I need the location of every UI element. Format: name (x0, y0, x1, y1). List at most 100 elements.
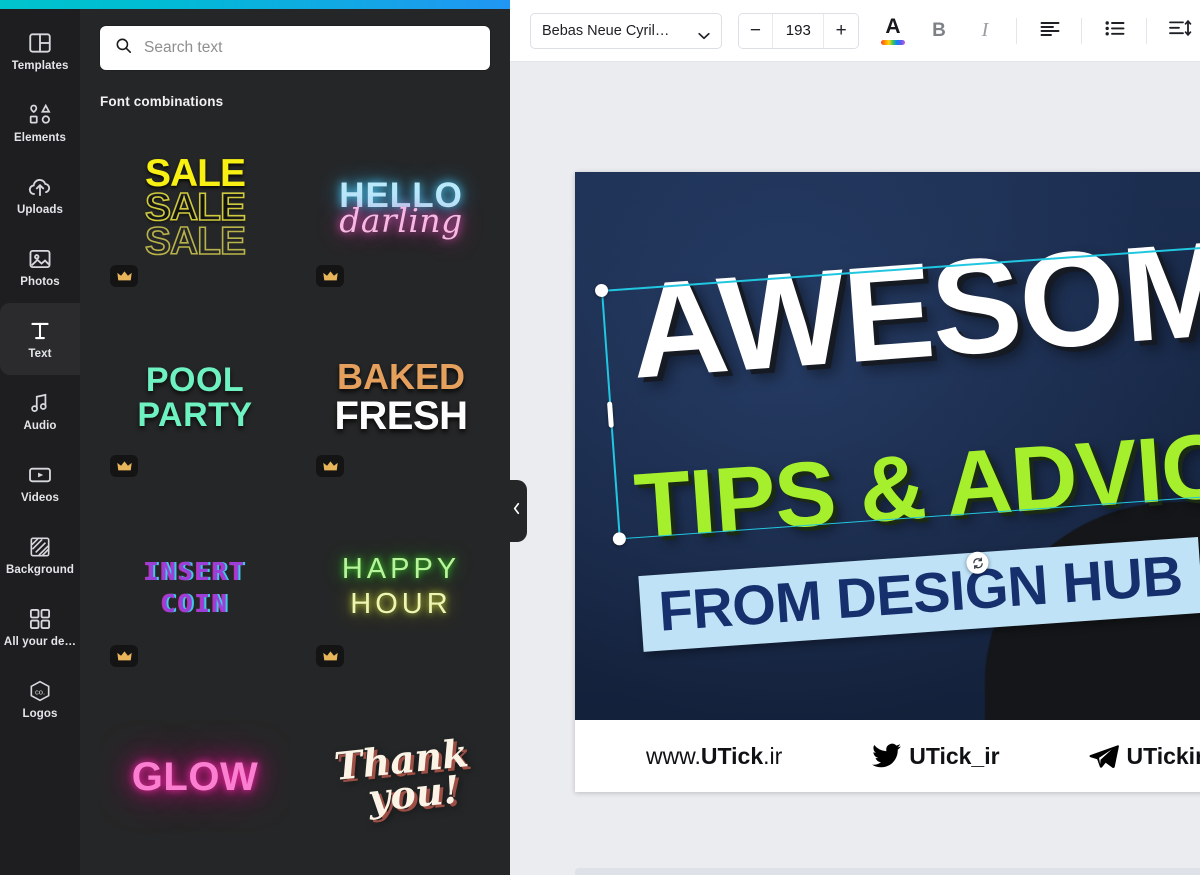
font-combinations-grid: SALE SALE SALE HELLO darling POOL PARTY (100, 117, 510, 867)
line-spacing-button[interactable] (1160, 11, 1200, 51)
bold-button[interactable]: B (919, 11, 959, 51)
canvas-area[interactable]: AWESOME TIPS & ADVICE FROM DESIGN HUB ww… (510, 62, 1200, 875)
font-size-decrease-button[interactable]: − (738, 13, 773, 48)
font-family-value: Bebas Neue Cyril… (542, 22, 670, 39)
text-color-button[interactable]: A (873, 11, 913, 51)
thumb-art: POOL PARTY (100, 326, 290, 468)
thumb-art: GLOW (100, 706, 290, 848)
bullet-list-button[interactable] (1095, 11, 1135, 51)
thumb-line: POOL (145, 360, 245, 399)
font-combination-thank-you[interactable]: Thank you! (306, 687, 496, 867)
sidebar-item-audio[interactable]: Audio (0, 375, 80, 447)
photos-icon (27, 246, 53, 272)
thumb-art: Thank you! (306, 706, 496, 848)
thumb-line: PARTY (137, 395, 253, 434)
text-panel: Font combinations SALE SALE SALE HELLO d… (80, 9, 510, 875)
design-footer: www.UTick.ir UTick_ir UTickir (575, 720, 1200, 792)
svg-text:co.: co. (35, 687, 45, 696)
sidebar-item-logos[interactable]: co. Logos (0, 663, 80, 735)
font-combination-insert-coin[interactable]: INSERT COIN (100, 497, 290, 677)
thumb-art: INSERT COIN (100, 516, 290, 658)
footer-suffix: .ir (763, 742, 783, 769)
thumb-line: you! (365, 766, 462, 821)
thumb-art: HELLO darling (306, 136, 496, 278)
font-combination-hello-darling[interactable]: HELLO darling (306, 117, 496, 297)
sidebar-item-text[interactable]: Text (0, 303, 80, 375)
templates-icon (27, 30, 53, 56)
background-icon (27, 534, 53, 560)
sidebar-item-all-your-designs[interactable]: All your de… (0, 591, 80, 663)
thumb-line: HOUR (350, 588, 452, 620)
telegram-icon (1089, 743, 1120, 769)
panel-heading: Font combinations (100, 94, 224, 109)
thumb-line: HAPPY (341, 553, 461, 585)
chevron-left-icon (512, 502, 521, 520)
sidebar-label: Text (28, 348, 52, 360)
pro-crown-badge (110, 265, 138, 287)
pro-crown-badge (110, 455, 138, 477)
thumb-line: BAKED (336, 355, 465, 397)
footer-strong: UTick (700, 742, 764, 769)
sidebar-label: Logos (22, 708, 58, 720)
sidebar-label: Audio (23, 420, 57, 432)
twitter-icon (872, 743, 902, 769)
sidebar-label: Background (5, 564, 75, 576)
font-combination-happy-hour[interactable]: HAPPY HOUR (306, 497, 496, 677)
thumb-art: SALE SALE SALE (100, 136, 290, 278)
videos-icon (27, 462, 53, 488)
thumb-line: SALE (144, 219, 247, 263)
sidebar-label: Templates (11, 60, 69, 72)
sidebar-item-videos[interactable]: Videos (0, 447, 80, 519)
sidebar-label: Videos (20, 492, 60, 504)
add-page-bar[interactable]: + Add page (575, 868, 1200, 875)
brand-gradient-bar (0, 0, 510, 9)
toolbar-divider (1081, 17, 1082, 44)
footer-twitter: UTick_ir (872, 743, 1000, 770)
font-size-increase-button[interactable]: + (824, 13, 858, 48)
all-designs-icon (27, 606, 53, 632)
search-input[interactable] (144, 39, 476, 57)
font-combination-sale[interactable]: SALE SALE SALE (100, 117, 290, 297)
left-rail: Templates Elements Uploads Photos Text A… (0, 9, 80, 875)
italic-button[interactable]: I (965, 11, 1005, 51)
font-combination-pool-party[interactable]: POOL PARTY (100, 307, 290, 487)
search-box[interactable] (100, 26, 490, 70)
sidebar-label: All your de… (3, 636, 77, 648)
footer-strong: UTick_ir (909, 742, 1000, 769)
pro-crown-badge (110, 645, 138, 667)
font-family-dropdown[interactable]: Bebas Neue Cyril… (530, 12, 722, 49)
collapse-panel-button[interactable] (505, 480, 527, 542)
chevron-down-icon (697, 27, 710, 39)
font-size-input[interactable] (772, 13, 825, 48)
font-size-stepper: − + (737, 12, 859, 49)
sidebar-item-photos[interactable]: Photos (0, 231, 80, 303)
text-icon (27, 318, 53, 344)
color-spectrum-bar (881, 39, 905, 45)
sidebar-item-templates[interactable]: Templates (0, 15, 80, 87)
footer-prefix: www. (645, 742, 701, 769)
footer-twitter-text: UTick_ir (909, 743, 999, 770)
sidebar-label: Photos (20, 276, 60, 288)
pro-crown-badge (316, 645, 344, 667)
text-align-button[interactable] (1030, 11, 1070, 51)
pro-crown-badge (316, 265, 344, 287)
search-icon (114, 36, 133, 60)
thumb-line: FRESH (334, 393, 468, 438)
bold-label: B (932, 19, 946, 41)
thumb-line: COIN (160, 588, 230, 618)
thumb-art: HAPPY HOUR (306, 516, 496, 658)
footer-website: www.UTick.ir (646, 743, 782, 770)
sidebar-item-uploads[interactable]: Uploads (0, 159, 80, 231)
toolbar-divider (1016, 17, 1017, 44)
footer-telegram: UTickir (1089, 743, 1200, 770)
footer-strong: UTickir (1126, 742, 1200, 769)
thumb-art: BAKED FRESH (306, 326, 496, 468)
pro-crown-badge (316, 455, 344, 477)
sidebar-item-background[interactable]: Background (0, 519, 80, 591)
sidebar-label: Uploads (16, 204, 64, 216)
design-artboard[interactable]: AWESOME TIPS & ADVICE FROM DESIGN HUB ww… (575, 172, 1200, 792)
font-combination-glow[interactable]: GLOW (100, 687, 290, 867)
sidebar-item-elements[interactable]: Elements (0, 87, 80, 159)
font-combination-baked-fresh[interactable]: BAKED FRESH (306, 307, 496, 487)
toolbar-divider (1146, 17, 1147, 44)
